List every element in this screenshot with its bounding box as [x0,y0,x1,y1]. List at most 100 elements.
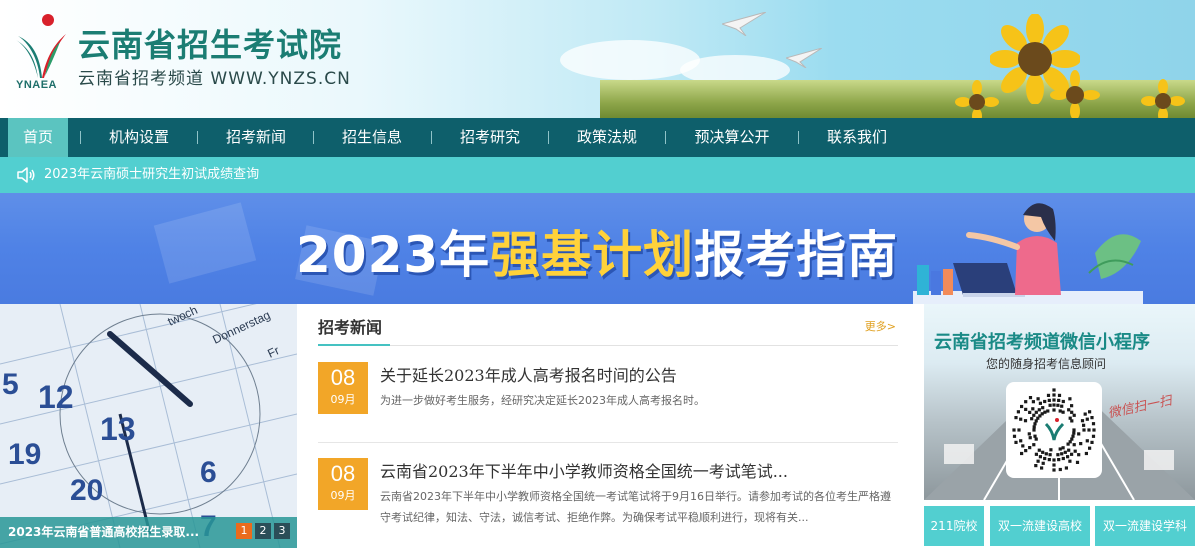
qr-dot [1052,403,1056,407]
slide-page-1[interactable]: 1 [236,523,252,539]
nav-item-exam-research[interactable]: 招考研究 [443,118,537,157]
qr-dot [1061,446,1065,450]
qr-dot [1058,467,1062,472]
qr-dot [1084,451,1088,456]
banner[interactable]: 2023年强基计划报考指南 [0,193,1195,304]
qr-dot [1071,434,1075,438]
tag-211-universities[interactable]: 211院校 [924,506,984,546]
qr-dot [1046,409,1050,413]
qr-dot [1028,446,1032,450]
qr-dot [1040,466,1044,470]
slide-page-3[interactable]: 3 [274,523,290,539]
qr-dot [1072,413,1076,417]
news-date-badge: 08 09月 [318,362,368,414]
nav-item-exam-news[interactable]: 招考新闻 [209,118,303,157]
qr-dot [1032,443,1036,447]
nav-item-budget[interactable]: 预决算公开 [677,118,787,157]
qr-dot [1052,388,1056,392]
banner-title-year: 2023年 [296,226,491,284]
qr-dot [1085,439,1089,443]
qr-dot [1024,407,1028,411]
notice-bar: 2023年云南硕士研究生初试成绩查询 [0,157,1195,193]
nav-item-organization[interactable]: 机构设置 [92,118,186,157]
news-more-link[interactable]: 更多> [865,318,896,334]
qr-dot [1077,453,1081,457]
mini-program-qr-code[interactable] [1006,382,1102,478]
sunflower-icon [1141,79,1185,118]
slide-page-2[interactable]: 2 [255,523,271,539]
qr-dot [1043,410,1047,414]
qr-dot [1038,455,1042,459]
qr-code-icon [1012,388,1096,472]
qr-dot [1033,422,1037,426]
qr-dot [1090,440,1094,444]
qr-dot [1068,397,1072,401]
news-section-title: 招考新闻 [318,318,383,337]
site-subtitle: 云南省招考频道 WWW.YNZS.CN [78,69,351,89]
qr-dot [1049,448,1053,452]
qr-dot [1047,458,1051,462]
qr-dot [1058,409,1062,413]
qr-dot [1012,428,1016,432]
qr-dot [1043,456,1047,461]
nav-item-home[interactable]: 首页 [8,118,68,157]
site-title: 云南省招生考试院 [78,26,343,64]
slide-caption[interactable]: 2023年云南省普通高校招生录取... [8,517,199,548]
news-divider [318,442,898,443]
news-item-title[interactable]: 关于延长2023年成人高考报名时间的公告 [380,362,677,386]
calendar-number: 5 [2,368,19,401]
qr-dot [1057,398,1061,402]
qr-dot [1091,434,1096,438]
qr-dot [1066,455,1070,459]
news-item-title[interactable]: 云南省2023年下半年中小学教师资格全国统一考试笔试... [380,458,788,482]
qr-dot [1091,422,1096,426]
calendar-number: 12 [38,379,74,415]
qr-dot [1064,466,1068,470]
qr-dot [1021,444,1025,448]
notice-link[interactable]: 2023年云南硕士研究生初试成绩查询 [44,157,259,193]
banner-illustration [913,203,1143,304]
mini-program-subtitle: 您的随身招考信息顾问 [986,357,1107,371]
slideshow[interactable]: 51213192067 twochDonnerstagFr 2023年云南省普通… [0,304,297,548]
qr-dot [1036,397,1040,401]
qr-dot [1020,451,1024,456]
qr-dot [1032,428,1036,432]
qr-dot [1052,398,1056,402]
qr-dot [1047,398,1051,402]
qr-dot [1031,400,1035,404]
qr-dot [1085,417,1089,421]
nav-item-admission-info[interactable]: 招生信息 [325,118,419,157]
qr-dot [1066,442,1070,446]
nav-separator [431,131,432,144]
qr-dot [1056,453,1060,457]
qr-dot [1032,425,1036,429]
qr-dot [1014,416,1018,420]
main-nav: 首页 机构设置 招考新闻 招生信息 招考研究 政策法规 预决算公开 联系我们 [0,118,1195,157]
tag-double-first-class-universities[interactable]: 双一流建设高校 [990,506,1090,546]
qr-dot [1052,458,1056,462]
qr-dot [1037,408,1041,412]
nav-item-policy[interactable]: 政策法规 [560,118,654,157]
qr-dot [1082,423,1086,427]
qr-dot [1061,399,1065,404]
qr-dot [1030,417,1034,421]
news-date-day: 08 [330,365,356,390]
tag-double-first-class-disciplines[interactable]: 双一流建设学科 [1095,506,1195,546]
qr-dot [1068,459,1072,463]
qr-dot [1020,404,1024,409]
logo-abbreviation: YNAEA [16,79,58,91]
news-date-badge: 08 09月 [318,458,368,510]
qr-dot [1033,434,1037,438]
qr-dot [1019,417,1023,421]
nav-item-contact[interactable]: 联系我们 [810,118,904,157]
qr-dot [1036,459,1040,463]
qr-dot [1024,400,1028,404]
nav-separator [548,131,549,144]
qr-dot [1057,393,1062,397]
calendar-number: 6 [200,456,217,489]
qr-dot [1070,419,1074,423]
qr-dot [1024,449,1028,453]
news-item-summary: 为进一步做好考生服务，经研究决定延长2023年成人高考报名时。 [380,394,705,407]
qr-dot [1056,403,1060,407]
qr-dot [1016,410,1020,414]
